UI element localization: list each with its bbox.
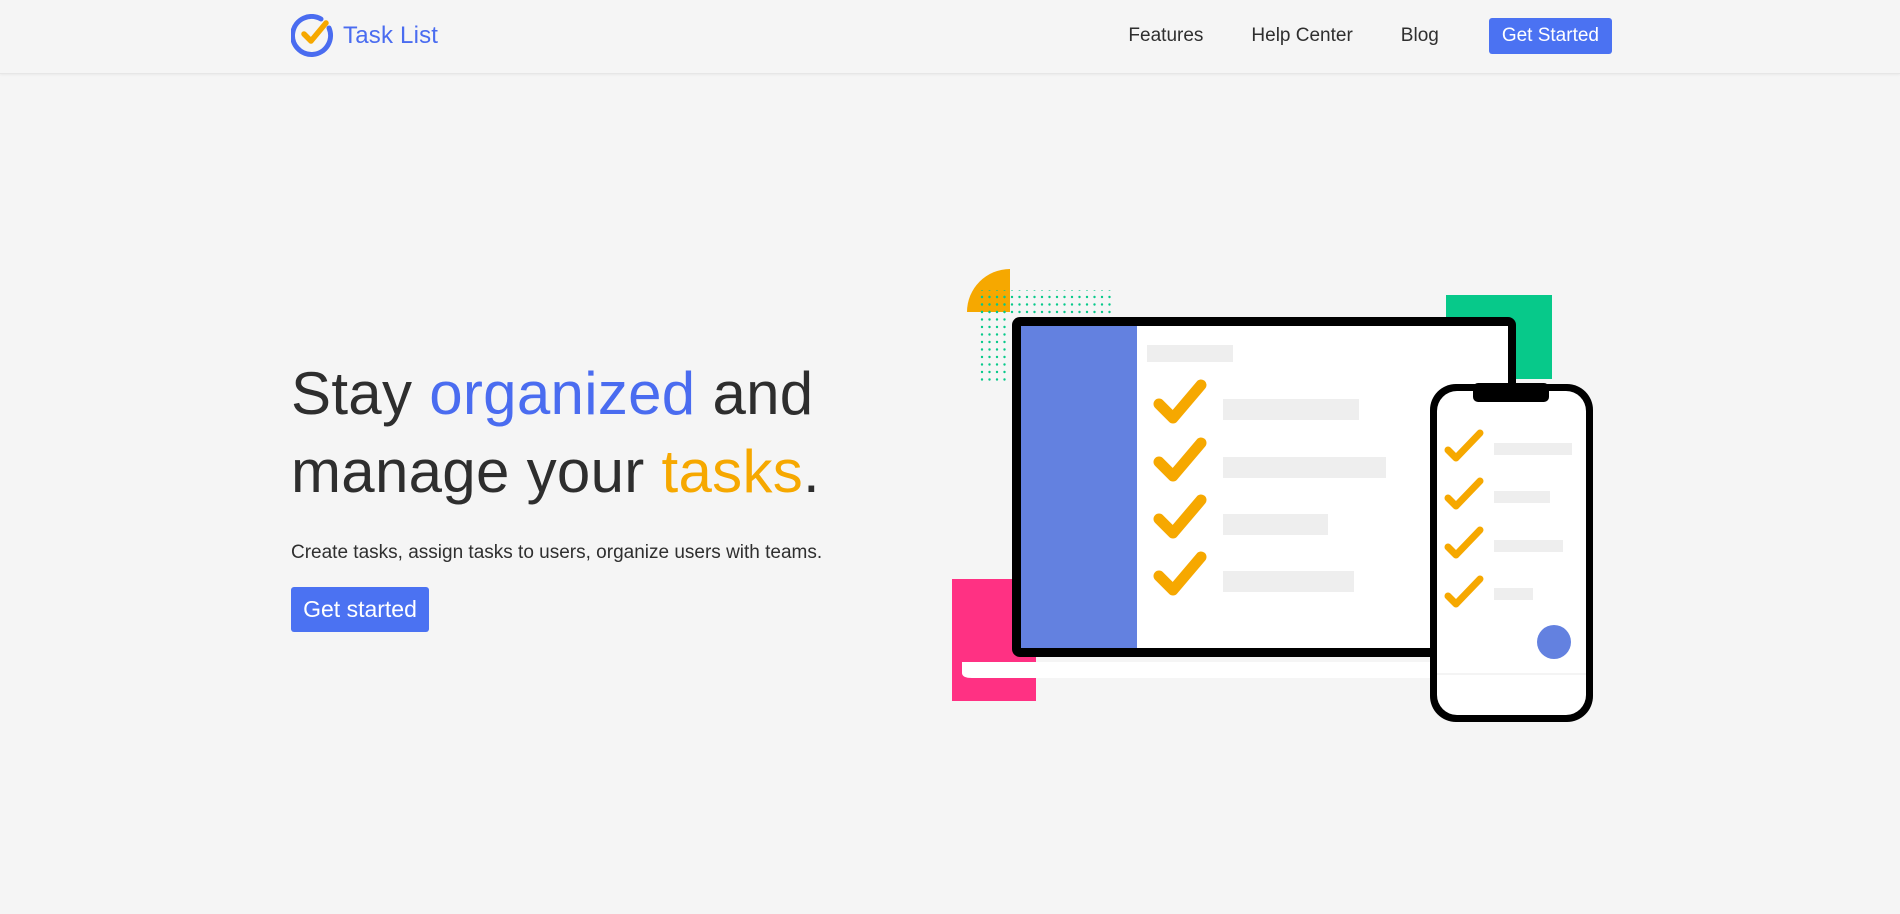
- headline-part1: Stay: [291, 360, 430, 427]
- brand-link[interactable]: Task List: [291, 14, 438, 58]
- headline-highlight-organized: organized: [429, 360, 696, 427]
- hero-subtitle: Create tasks, assign tasks to users, org…: [291, 542, 823, 563]
- get-started-nav-button[interactable]: Get Started: [1488, 18, 1612, 54]
- hero-illustration: [952, 269, 1593, 722]
- hero-headline: Stay organized and manage your tasks.: [291, 355, 851, 511]
- laptop-sidebar: [1021, 326, 1137, 648]
- get-started-hero-button[interactable]: Get started: [291, 587, 429, 632]
- nav-link-features[interactable]: Features: [1128, 25, 1203, 47]
- navbar: Task List Features Help Center Blog Get …: [0, 0, 1900, 74]
- nav-link-blog[interactable]: Blog: [1401, 25, 1439, 47]
- phone-notch: [1473, 383, 1549, 402]
- nav-link-help-center[interactable]: Help Center: [1251, 25, 1352, 47]
- hero-section: Stay organized and manage your tasks. Cr…: [291, 355, 851, 632]
- dot-pattern: [978, 290, 1008, 385]
- brand-name: Task List: [343, 22, 439, 49]
- headline-highlight-tasks: tasks: [661, 438, 804, 505]
- phone-fab: [1537, 625, 1571, 659]
- nav-links: Features Help Center Blog Get Started: [1080, 18, 1612, 54]
- headline-part3: .: [803, 438, 821, 505]
- check-circle-icon: [291, 14, 334, 57]
- phone-illustration: [1430, 383, 1593, 722]
